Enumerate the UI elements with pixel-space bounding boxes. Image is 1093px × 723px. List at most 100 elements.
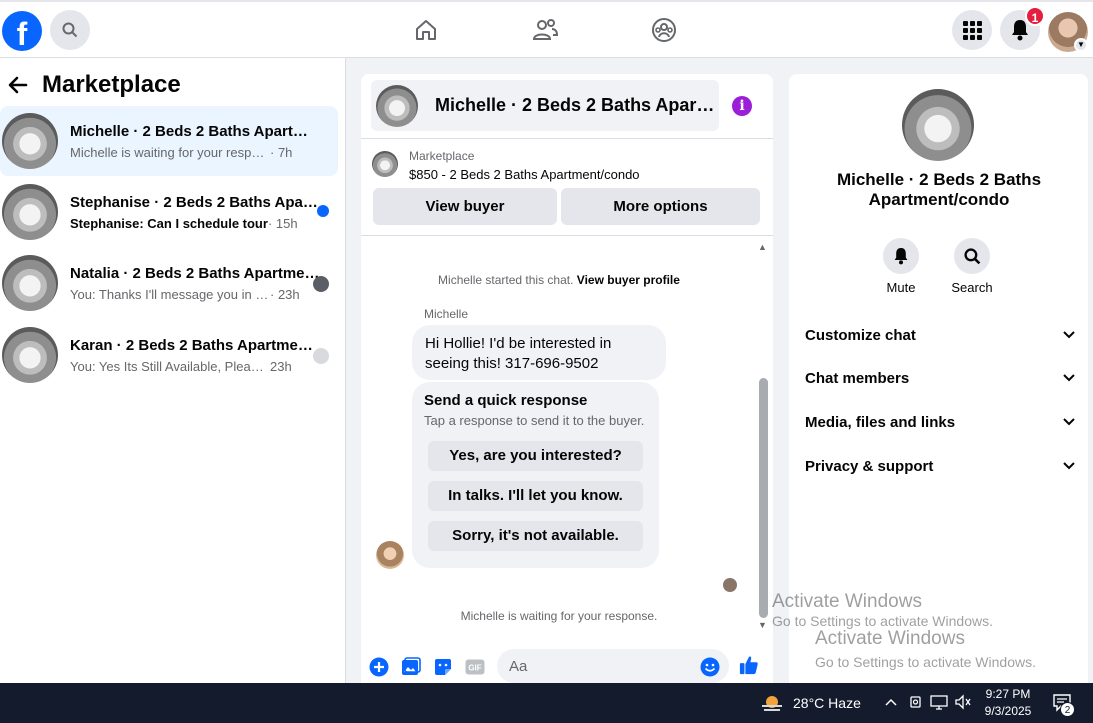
emoji-button[interactable] <box>700 657 720 677</box>
search-button[interactable] <box>50 10 90 50</box>
listing-photo <box>902 89 974 161</box>
marketplace-header: Marketplace <box>8 71 181 99</box>
speaker-muted-icon[interactable] <box>954 694 972 713</box>
search-action[interactable]: Search <box>942 238 1002 295</box>
chat-start-notice: Michelle started this chat. View buyer p… <box>438 273 680 287</box>
smile-icon <box>700 657 720 677</box>
marketplace-inbox-panel: Marketplace Michelle · 2 Beds 2 Baths Ap… <box>0 58 346 683</box>
view-buyer-profile-link[interactable]: View buyer profile <box>577 273 680 287</box>
page-title: Marketplace <box>42 71 181 98</box>
back-arrow-icon[interactable] <box>8 76 28 94</box>
listing-price: $850 - 2 Beds 2 Baths Apartment/condo <box>409 167 640 182</box>
bell-icon <box>894 248 908 265</box>
chat-panel: Michelle · 2 Beds 2 Baths Apartment/cond… <box>361 74 773 683</box>
sender-name: Michelle <box>424 307 469 321</box>
home-nav-button[interactable] <box>412 16 440 44</box>
quick-response-subtitle: Tap a response to send it to the buyer. <box>424 413 645 428</box>
friends-icon <box>532 19 559 40</box>
quick-response-not-available[interactable]: Sorry, it's not available. <box>428 521 643 551</box>
svg-text:GIF: GIF <box>468 664 481 673</box>
info-icon[interactable]: i <box>732 96 752 116</box>
listing-thumbnail <box>376 85 418 127</box>
listing-thumbnail <box>2 327 58 383</box>
facebook-logo[interactable]: f <box>2 11 42 51</box>
scroll-down-arrow[interactable]: ▼ <box>758 620 767 630</box>
listing-thumbnail <box>2 184 58 240</box>
chevron-down-icon <box>1063 462 1075 470</box>
conversation-item[interactable]: Karan · 2 Beds 2 Baths Apartment/condo Y… <box>0 320 338 390</box>
chevron-up-icon[interactable] <box>884 692 898 715</box>
message-composer: GIF <box>361 649 773 683</box>
chat-title: Michelle · 2 Beds 2 Baths Apartment/cond… <box>435 95 715 115</box>
seen-avatar <box>313 348 329 364</box>
chat-details-panel: Michelle · 2 Beds 2 Baths Apartment/cond… <box>789 74 1088 683</box>
conversation-title: Karan · 2 Beds 2 Baths Apartment/condo <box>70 337 320 354</box>
quick-response-card: Send a quick response Tap a response to … <box>412 382 659 568</box>
seen-avatar <box>313 276 329 292</box>
system-clock[interactable]: 9:27 PM 9/3/2025 <box>976 686 1040 720</box>
groups-icon <box>652 18 676 42</box>
conversation-title: Natalia · 2 Beds 2 Baths Apartment/condo <box>70 265 320 282</box>
search-icon <box>963 247 980 264</box>
more-options-button[interactable]: More options <box>561 188 760 225</box>
chat-members-section[interactable]: Chat members <box>805 366 1075 390</box>
notification-count-badge: 2 <box>1060 702 1075 717</box>
clock-date: 9/3/2025 <box>984 704 1032 718</box>
conversation-preview: You: Thanks I'll message you in a ... · … <box>70 287 300 302</box>
conversation-item[interactable]: Stephanise · 2 Beds 2 Baths Apartment/co… <box>0 177 338 247</box>
photo-icon <box>402 657 421 675</box>
search-icon <box>62 22 78 38</box>
listing-label: Marketplace <box>409 149 475 163</box>
like-button[interactable] <box>739 655 759 675</box>
conversation-item[interactable]: Michelle · 2 Beds 2 Baths Apartment/cond… <box>0 106 338 176</box>
top-navigation-bar: f 1 ▼ <box>0 0 1093 58</box>
message-bubble: Hi Hollie! I'd be interested in seeing t… <box>412 325 666 380</box>
chevron-down-icon[interactable]: ▼ <box>1074 38 1088 52</box>
listing-thumbnail <box>372 151 398 177</box>
quick-response-title: Send a quick response <box>424 392 588 409</box>
menu-button[interactable] <box>952 10 992 50</box>
thumbs-up-icon <box>739 656 758 675</box>
privacy-support-section[interactable]: Privacy & support <box>805 454 1075 478</box>
search-label: Search <box>951 280 993 295</box>
quick-response-interested[interactable]: Yes, are you interested? <box>428 441 643 471</box>
listing-card: Marketplace $850 - 2 Beds 2 Baths Apartm… <box>361 138 773 236</box>
mute-label: Mute <box>886 280 916 295</box>
view-buyer-button[interactable]: View buyer <box>373 188 557 225</box>
groups-nav-button[interactable] <box>650 16 678 44</box>
clock-time: 9:27 PM <box>985 687 1031 701</box>
plus-circle-icon <box>369 657 389 677</box>
friends-nav-button[interactable] <box>531 16 559 44</box>
waiting-notice: Michelle is waiting for your response. <box>460 609 658 623</box>
media-files-links-section[interactable]: Media, files and links <box>805 410 1075 434</box>
notification-badge: 1 <box>1025 6 1045 26</box>
conversation-preview: You: Yes Its Still Available, Please S..… <box>70 359 292 374</box>
gif-button[interactable]: GIF <box>465 657 485 677</box>
sender-avatar <box>376 541 404 569</box>
unread-indicator <box>317 205 329 217</box>
weather-icon[interactable] <box>760 692 784 717</box>
conversation-preview: Stephanise: Can I schedule tour · 15h <box>70 216 298 231</box>
conversation-item[interactable]: Natalia · 2 Beds 2 Baths Apartment/condo… <box>0 248 338 318</box>
add-attachment-button[interactable] <box>369 657 389 677</box>
chevron-down-icon <box>1063 418 1075 426</box>
scrollbar-thumb[interactable] <box>759 378 768 618</box>
network-icon[interactable] <box>930 694 948 713</box>
read-receipt-avatar <box>723 578 737 592</box>
message-input[interactable] <box>497 649 729 683</box>
conversation-preview: Michelle is waiting for your response. ·… <box>70 145 293 160</box>
listing-thumbnail <box>2 255 58 311</box>
mute-action[interactable]: Mute <box>871 238 931 295</box>
meet-now-icon[interactable] <box>909 694 923 713</box>
grid-menu-icon <box>963 21 982 40</box>
photo-button[interactable] <box>401 657 421 677</box>
scroll-up-arrow[interactable]: ▲ <box>758 242 767 252</box>
customize-chat-section[interactable]: Customize chat <box>805 323 1075 347</box>
sticker-button[interactable] <box>433 657 453 677</box>
listing-thumbnail <box>2 113 58 169</box>
chat-details-title: Michelle · 2 Beds 2 Baths Apartment/cond… <box>836 170 1042 209</box>
weather-widget[interactable]: 28°C Haze <box>793 695 861 711</box>
chat-header[interactable]: Michelle · 2 Beds 2 Baths Apartment/cond… <box>371 80 719 131</box>
gif-icon: GIF <box>465 659 485 675</box>
quick-response-in-talks[interactable]: In talks. I'll let you know. <box>428 481 643 511</box>
